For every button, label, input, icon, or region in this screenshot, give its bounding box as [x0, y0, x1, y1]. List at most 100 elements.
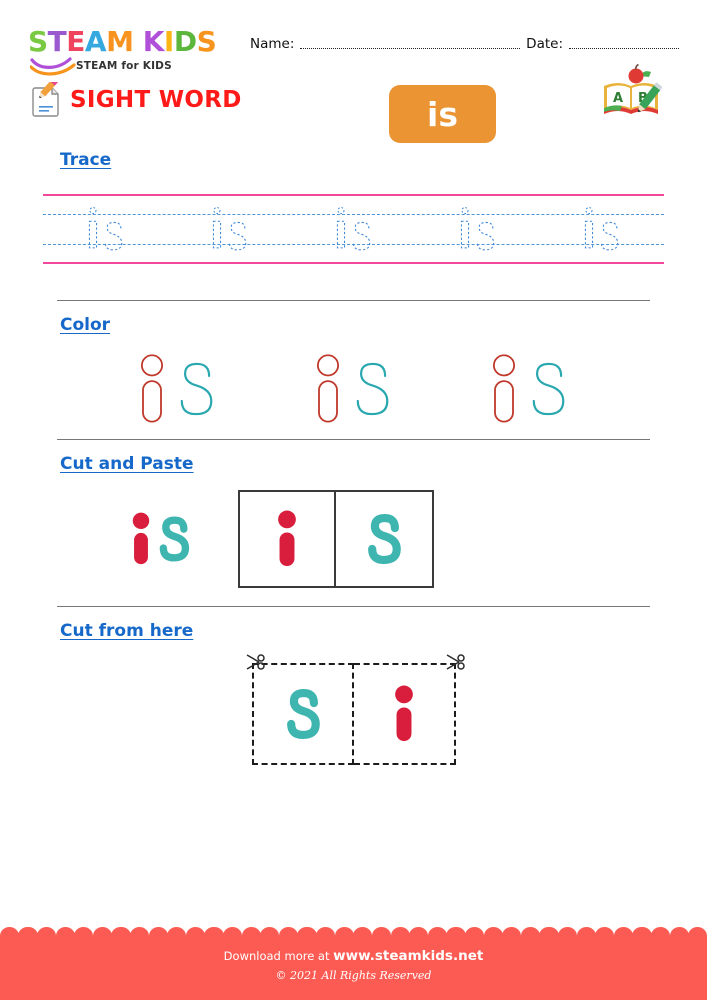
color-word-row[interactable] [0, 335, 707, 439]
scissors-icon [246, 654, 265, 670]
color-word[interactable] [487, 353, 572, 425]
trace-letter-s [104, 221, 122, 251]
scallop-bump [18, 927, 38, 945]
footer-download-prefix: Download more at [223, 949, 330, 963]
logo-letter-7: I [163, 25, 174, 58]
logo-letter-6: K [142, 25, 165, 58]
divider-after-cut-and-paste [57, 606, 650, 607]
trace-letter-s [352, 221, 371, 251]
logo-letter-3: A [84, 25, 107, 58]
cut-from-here-box[interactable] [252, 663, 354, 765]
letter-s-glyph [181, 362, 213, 416]
date-label: Date: [526, 36, 563, 52]
scallop-bump [539, 927, 559, 945]
scallop-bump [427, 927, 447, 945]
logo-letter-4: M [106, 25, 134, 58]
trace-letter-i [336, 207, 346, 249]
letter-i-glyph [395, 685, 413, 742]
cut-and-paste-boxes[interactable] [238, 490, 434, 588]
scallop-bump [390, 927, 410, 945]
name-date-row: Name: Date: [250, 36, 685, 52]
scallop-bump [55, 927, 75, 945]
section-cut-from-here: Cut from here [0, 621, 707, 789]
trace-practice-lines [0, 190, 707, 274]
date-input-line[interactable] [569, 48, 679, 49]
worksheet-body: Trace Color Cut and Paste Cut from here [0, 150, 707, 789]
steam-kids-logo: STEAM KIDS STEAM for KIDS [28, 28, 233, 76]
cut-and-paste-box[interactable] [336, 490, 434, 588]
logo-tagline: STEAM for KIDS [76, 60, 172, 72]
page-footer: Download more at www.steamkids.net © 202… [0, 927, 707, 1000]
name-label: Name: [250, 36, 295, 52]
cut-from-here-row [0, 641, 707, 789]
scallop-bump [520, 927, 540, 945]
logo-letter-9: S [196, 25, 217, 58]
letter-s-glyph [159, 516, 190, 562]
scallop-bump [632, 927, 652, 945]
scallop-bump [297, 927, 317, 945]
trace-word-row[interactable] [43, 202, 664, 260]
scallop-bump [371, 927, 392, 945]
sight-word-badge: is [389, 85, 496, 143]
trace-bottom-line [43, 262, 664, 264]
letter-i-glyph [278, 510, 296, 567]
color-word[interactable] [311, 353, 396, 425]
logo-letter-8: D [173, 25, 197, 58]
scallop-bump [483, 927, 503, 945]
scallop-bump [446, 927, 466, 945]
footer-scallop-edge [0, 927, 707, 945]
letter-s-glyph [532, 362, 565, 416]
trace-letter-s [228, 221, 247, 251]
color-word[interactable] [135, 353, 220, 425]
logo-wordmark: STEAM KIDS [28, 28, 233, 56]
footer-copyright: © 2021 All Rights Reserved [275, 969, 432, 982]
scallop-bump [185, 927, 205, 945]
sight-word-badge-text: is [427, 94, 458, 134]
scallop-bump [278, 927, 299, 945]
divider-after-color [57, 439, 650, 440]
pencil-paper-icon [32, 82, 59, 117]
abc-book-apple-pencil-icon: A B [604, 63, 662, 114]
logo-letter-1: T [47, 25, 67, 58]
logo-letter-2: E [66, 25, 85, 58]
section-label-color: Color [60, 315, 111, 335]
trace-word[interactable] [581, 205, 622, 257]
scallop-bump [688, 927, 707, 945]
page-header: STEAM KIDS STEAM for KIDS Name: Date: SI… [0, 0, 707, 150]
section-label-trace: Trace [60, 150, 112, 170]
section-label-cut-and-paste: Cut and Paste [60, 454, 194, 474]
trace-word[interactable] [333, 205, 374, 257]
trace-letter-i [461, 207, 470, 249]
scallop-bump [129, 927, 150, 945]
cut-and-paste-box[interactable] [238, 490, 336, 588]
footer-site-link[interactable]: www.steamkids.net [333, 948, 483, 964]
letter-i-glyph [316, 354, 340, 423]
trace-letter-i [585, 207, 594, 249]
letter-i-glyph [132, 512, 150, 565]
scissors-icon [446, 654, 465, 670]
logo-letter-0: S [28, 25, 48, 58]
worksheet-title-row: SIGHT WORD [28, 82, 242, 118]
trace-word[interactable] [85, 205, 126, 257]
scallop-bump [0, 927, 19, 945]
letter-s-glyph [356, 362, 389, 416]
trace-word[interactable] [209, 205, 250, 257]
cut-from-here-boxes[interactable] [246, 654, 465, 765]
name-input-line[interactable] [300, 48, 521, 49]
letter-s-glyph [287, 688, 320, 740]
scallop-bump [241, 927, 261, 945]
scallop-bump [613, 927, 634, 945]
page-title: SIGHT WORD [70, 87, 242, 113]
cut-from-here-box[interactable] [354, 663, 456, 765]
letter-i-glyph [141, 354, 164, 423]
section-color: Color [0, 315, 707, 439]
section-label-cut-from-here: Cut from here [60, 621, 194, 641]
trace-word[interactable] [457, 205, 498, 257]
cut-and-paste-row [0, 474, 707, 606]
trace-top-line [43, 194, 664, 196]
svg-text:A: A [613, 91, 623, 106]
logo-letter-5 [133, 28, 142, 56]
scallop-bump [92, 927, 112, 945]
scallop-bump [148, 927, 168, 945]
section-trace: Trace [0, 150, 707, 274]
